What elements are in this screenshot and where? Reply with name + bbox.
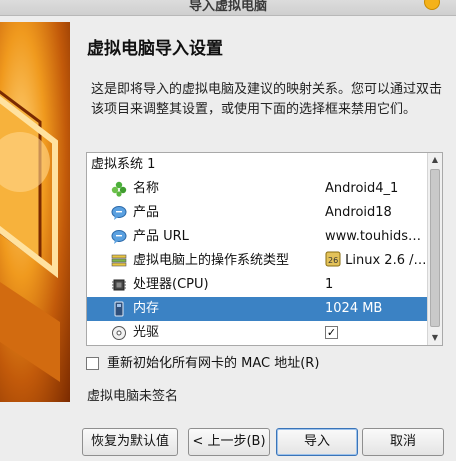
import-appliance-dialog: 导入虚拟电脑 虚拟电脑导入设置 这是即将导入的虚拟电脑及建议的映射关系。您可以通… <box>0 0 456 461</box>
row-label: 虚拟电脑上的操作系统类型 <box>133 253 290 268</box>
wizard-banner-image <box>0 22 70 402</box>
scroll-down-icon[interactable]: ▼ <box>428 331 442 345</box>
window-title: 导入虚拟电脑 <box>188 0 267 14</box>
cpu-icon <box>111 277 127 293</box>
name-icon <box>111 181 127 197</box>
tree-row-product-url[interactable]: 产品 URL www.touhids… <box>87 225 428 249</box>
row-value: Linux 2.6 /… <box>345 253 425 268</box>
row-value: 1 <box>325 277 334 292</box>
import-button[interactable]: 导入 <box>276 428 358 456</box>
appliance-settings-tree[interactable]: 虚拟系统 1 名称 Android4_1 产品 Android18 产品 URL… <box>86 152 443 346</box>
linux-os-icon: 26 <box>325 251 341 267</box>
row-value: www.touhids… <box>325 229 422 244</box>
signature-status: 虚拟电脑未签名 <box>87 389 179 404</box>
tree-row-product[interactable]: 产品 Android18 <box>87 201 428 225</box>
cancel-button[interactable]: 取消 <box>362 428 444 456</box>
row-value: Android4_1 <box>325 181 399 196</box>
row-label: 内存 <box>133 301 160 316</box>
page-title: 虚拟电脑导入设置 <box>87 39 223 59</box>
memory-icon <box>111 301 127 317</box>
row-label: 名称 <box>133 181 160 196</box>
back-button[interactable]: < 上一步(B) <box>188 428 270 456</box>
tree-row-memory[interactable]: 内存 1024 MB <box>87 297 428 321</box>
tree-group-virtual-system[interactable]: 虚拟系统 1 <box>87 153 428 177</box>
svg-text:26: 26 <box>328 256 338 265</box>
os-type-icon <box>111 253 127 269</box>
tree-row-os-type[interactable]: 虚拟电脑上的操作系统类型 26 Linux 2.6 /… <box>87 249 428 273</box>
product-url-icon <box>111 229 127 245</box>
row-value-os: 26 Linux 2.6 /… <box>325 249 425 273</box>
row-label: 产品 <box>133 205 160 220</box>
optical-drive-checkbox[interactable]: ✓ <box>325 326 338 339</box>
row-value: 1024 MB <box>325 301 383 316</box>
tree-row-name[interactable]: 名称 Android4_1 <box>87 177 428 201</box>
group-label: 虚拟系统 1 <box>91 157 156 172</box>
title-bar: 导入虚拟电脑 <box>0 0 456 16</box>
row-label: 产品 URL <box>133 229 189 244</box>
tree-scrollbar[interactable]: ▲ ▼ <box>427 153 442 345</box>
optical-drive-icon <box>111 325 127 341</box>
restore-defaults-button[interactable]: 恢复为默认值 <box>82 428 178 456</box>
reinit-mac-label: 重新初始化所有网卡的 MAC 地址(R) <box>107 356 320 371</box>
page-description: 这是即将导入的虚拟电脑及建议的映射关系。您可以通过双击该项目来调整其设置，或使用… <box>91 82 443 117</box>
tree-row-cpu[interactable]: 处理器(CPU) 1 <box>87 273 428 297</box>
product-icon <box>111 205 127 221</box>
scrollbar-thumb[interactable] <box>430 169 440 327</box>
row-value: Android18 <box>325 205 392 220</box>
reinit-mac-checkbox[interactable] <box>86 357 99 370</box>
row-label: 光驱 <box>133 325 160 340</box>
scroll-up-icon[interactable]: ▲ <box>428 153 442 167</box>
row-label: 处理器(CPU) <box>133 277 209 292</box>
tree-row-optical-drive[interactable]: 光驱 ✓ <box>87 321 428 345</box>
